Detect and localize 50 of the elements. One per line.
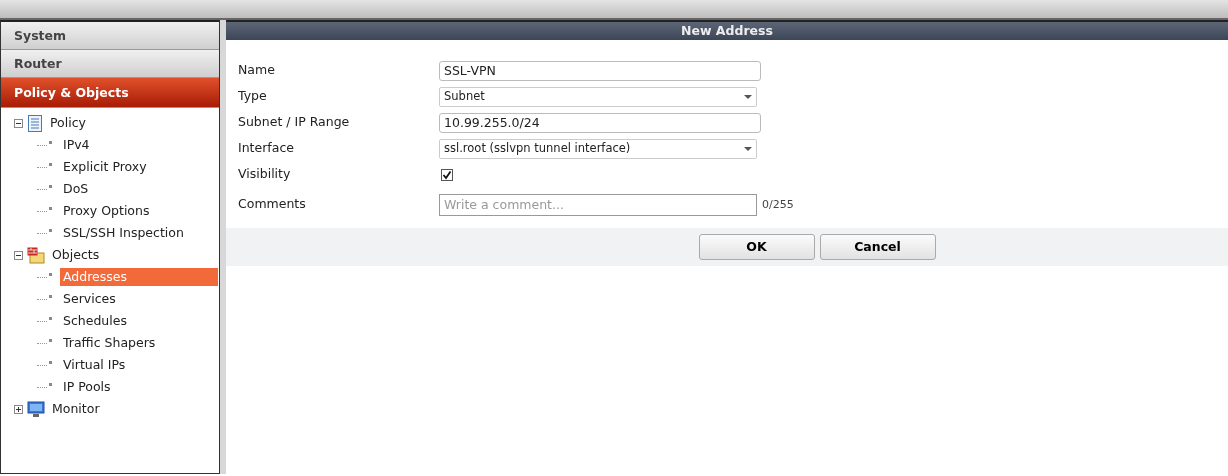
text-field[interactable]: SSL-VPN [439, 61, 761, 81]
dropdown[interactable]: Subnet [439, 87, 757, 107]
bullet-icon [49, 228, 52, 232]
bullet-icon [49, 162, 52, 166]
bullet-icon [49, 272, 52, 276]
sidebar-section[interactable]: Router [1, 50, 219, 78]
list-icon [27, 114, 43, 132]
tree-item[interactable]: Traffic Shapers [60, 333, 159, 353]
tree-item[interactable]: IP Pools [60, 377, 114, 397]
field-label: Comments [238, 195, 307, 213]
field-label: Type [238, 87, 268, 105]
bullet-icon [49, 294, 52, 298]
tree-item[interactable]: DoS [60, 179, 92, 199]
bullet-icon [49, 338, 52, 342]
tree-item[interactable]: Monitor [49, 399, 103, 419]
cancel-button[interactable]: Cancel [819, 234, 936, 260]
bullet-icon [49, 140, 52, 144]
tree-item[interactable]: Schedules [60, 311, 130, 331]
bullet-icon [49, 382, 52, 386]
caret-icon [744, 95, 752, 99]
tree-item[interactable]: Virtual IPs [60, 355, 129, 375]
expander-icon[interactable] [14, 404, 23, 414]
character-counter: 0/255 [762, 196, 794, 213]
tree-item[interactable]: Services [60, 289, 119, 309]
text-field[interactable]: 10.99.255.0/24 [439, 113, 761, 133]
tree-item[interactable]: Objects [49, 245, 103, 265]
tree-item[interactable]: SSL/SSH Inspection [60, 223, 187, 243]
dropdown[interactable]: ssl.root (sslvpn tunnel interface) [439, 139, 757, 159]
tree-item[interactable]: Policy [47, 113, 89, 133]
bullet-icon [49, 360, 52, 364]
sidebar-section[interactable]: Policy & Objects [1, 78, 219, 108]
bullet-icon [49, 206, 52, 210]
caret-icon [744, 147, 752, 151]
field-label: Interface [238, 139, 295, 157]
dialog-title: New Address [226, 22, 1228, 40]
tree-item[interactable]: IPv4 [60, 135, 93, 155]
field-label: Visibility [238, 165, 292, 183]
tree-item[interactable]: Explicit Proxy [60, 157, 150, 177]
sidebar-section[interactable]: System [1, 22, 219, 50]
checkbox[interactable] [441, 169, 453, 181]
expander-icon[interactable] [14, 250, 23, 260]
folder-icon [27, 246, 45, 264]
field-label: Name [238, 61, 276, 79]
field-label: Subnet / IP Range [238, 113, 351, 131]
tree-item[interactable]: Proxy Options [60, 201, 153, 221]
ok-button[interactable]: OK [698, 234, 815, 260]
bullet-icon [49, 184, 52, 188]
expander-icon[interactable] [14, 118, 23, 128]
monitor-icon [27, 400, 45, 418]
bullet-icon [49, 316, 52, 320]
